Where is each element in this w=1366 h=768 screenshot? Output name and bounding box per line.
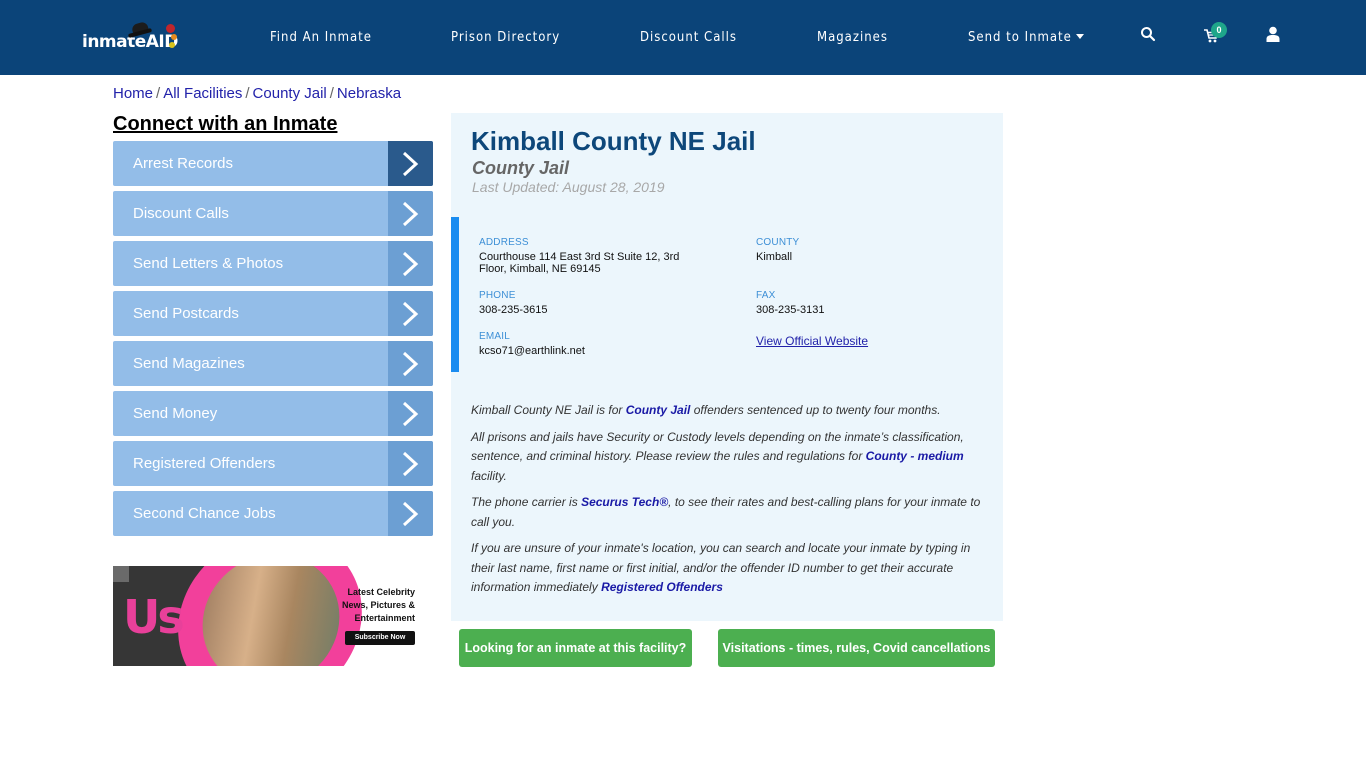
nav-prison-directory[interactable]: Prison Directory [451, 30, 560, 45]
description-paragraph: The phone carrier is Securus Tech®, to s… [471, 493, 983, 532]
autumn-leaf-icon [169, 42, 175, 48]
email-label: EMAIL [479, 331, 511, 342]
ad-brand-logo: Us [123, 590, 185, 644]
breadcrumb-county-jail[interactable]: County Jail [253, 85, 327, 102]
sidebar-item-label: Send Money [133, 405, 218, 422]
sidebar-item-label: Discount Calls [133, 205, 229, 222]
chevron-right-icon [388, 241, 433, 286]
ad-tagline-line: Entertainment [354, 613, 415, 623]
sidebar-item-label: Send Magazines [133, 355, 245, 372]
nav-magazines[interactable]: Magazines [817, 30, 888, 45]
user-icon[interactable] [1266, 26, 1286, 46]
caret-down-icon [1075, 34, 1084, 39]
nav-send-to-inmate-label: Send to Inmate [968, 30, 1072, 45]
fax-label: FAX [756, 290, 776, 301]
sidebar-item-label: Send Postcards [133, 305, 239, 322]
sidebar-title: Connect with an Inmate [113, 113, 338, 135]
sidebar-menu: Arrest Records Discount Calls Send Lette… [113, 141, 433, 541]
county-value: Kimball [756, 251, 793, 263]
top-navigation-bar: inmateAID Find An Inmate Prison Director… [0, 0, 1366, 75]
facility-panel: Kimball County NE Jail County Jail Last … [451, 113, 1003, 621]
chevron-right-icon [388, 341, 433, 386]
facility-name: Kimball County NE Jail [471, 126, 756, 156]
sidebar-item-arrest-records[interactable]: Arrest Records [113, 141, 433, 186]
email-value: kcso71@earthlink.net [479, 345, 585, 357]
address-line-1: Courthouse 114 East 3rd St Suite 12, 3rd [479, 251, 680, 263]
breadcrumb-separator: / [156, 85, 161, 102]
phone-value: 308-235-3615 [479, 304, 548, 316]
autumn-leaf-icon [171, 34, 177, 40]
facility-info-box: ADDRESS Courthouse 114 East 3rd St Suite… [451, 217, 1003, 372]
chevron-right-icon [388, 491, 433, 536]
breadcrumb-home[interactable]: Home [113, 85, 153, 102]
breadcrumb-all-facilities[interactable]: All Facilities [163, 85, 242, 102]
registered-offenders-link[interactable]: Registered Offenders [601, 580, 723, 594]
breadcrumb-nebraska[interactable]: Nebraska [337, 85, 401, 102]
description-text: Kimball County NE Jail is for [471, 403, 626, 417]
sidebar-item-label: Registered Offenders [133, 455, 276, 472]
nav-discount-calls[interactable]: Discount Calls [640, 30, 737, 45]
description-text: The phone carrier is [471, 495, 582, 509]
description-paragraph: All prisons and jails have Security or C… [471, 428, 983, 487]
sidebar-item-send-magazines[interactable]: Send Magazines [113, 341, 433, 386]
search-icon[interactable] [1140, 26, 1160, 46]
description-text: offenders sentenced up to twenty four mo… [690, 403, 941, 417]
sidebar-item-label: Second Chance Jobs [133, 505, 276, 522]
visitations-button[interactable]: Visitations - times, rules, Covid cancel… [718, 629, 995, 667]
sidebar-item-send-letters-photos[interactable]: Send Letters & Photos [113, 241, 433, 286]
description-paragraph: Kimball County NE Jail is for County Jai… [471, 401, 983, 421]
description-paragraph: If you are unsure of your inmate's locat… [471, 539, 983, 598]
breadcrumb-separator: / [329, 85, 334, 102]
facility-description: Kimball County NE Jail is for County Jai… [471, 401, 983, 605]
find-inmate-at-facility-button[interactable]: Looking for an inmate at this facility? [459, 629, 692, 667]
phone-label: PHONE [479, 290, 516, 301]
facility-type: County Jail [472, 158, 570, 178]
county-jail-link[interactable]: County Jail [626, 403, 691, 417]
sidebar-item-label: Arrest Records [133, 155, 234, 172]
address-line-2: Floor, Kimball, NE 69145 [479, 263, 601, 275]
sidebar-item-registered-offenders[interactable]: Registered Offenders [113, 441, 433, 486]
sidebar-item-send-money[interactable]: Send Money [113, 391, 433, 436]
address-label: ADDRESS [479, 237, 529, 248]
inmateaid-logo[interactable]: inmateAID [82, 21, 182, 56]
county-label: COUNTY [756, 237, 800, 248]
chevron-right-icon [388, 441, 433, 486]
last-updated: Last Updated: August 28, 2019 [472, 179, 665, 195]
ad-corner-mark [113, 566, 129, 582]
chevron-right-icon [388, 391, 433, 436]
nav-find-an-inmate[interactable]: Find An Inmate [270, 30, 372, 45]
ad-tagline-line: News, Pictures & [341, 600, 415, 610]
security-level-link[interactable]: County - medium [866, 449, 964, 463]
sidebar-item-second-chance-jobs[interactable]: Second Chance Jobs [113, 491, 433, 536]
us-weekly-ad-banner[interactable]: Us Latest Celebrity News, Pictures & Ent… [113, 566, 433, 666]
sidebar-item-discount-calls[interactable]: Discount Calls [113, 191, 433, 236]
official-website-link[interactable]: View Official Website [756, 334, 868, 348]
ad-tagline-line: Latest Celebrity [347, 587, 415, 597]
nav-send-to-inmate[interactable]: Send to Inmate [968, 30, 1084, 45]
fax-value: 308-235-3131 [756, 304, 825, 316]
chevron-right-icon [388, 141, 433, 186]
chevron-right-icon [388, 191, 433, 236]
ad-subscribe-button[interactable]: Subscribe Now [345, 631, 415, 645]
description-text: facility. [471, 468, 507, 483]
sidebar-item-label: Send Letters & Photos [133, 255, 284, 272]
info-accent-bar [451, 217, 459, 372]
autumn-leaf-icon [166, 24, 175, 33]
chevron-right-icon [388, 291, 433, 336]
cart-count-badge: 0 [1211, 22, 1227, 38]
sidebar-item-send-postcards[interactable]: Send Postcards [113, 291, 433, 336]
breadcrumb: Home / All Facilities / County Jail / Nebraska [113, 85, 401, 102]
phone-carrier-link[interactable]: Securus Tech® [581, 495, 668, 509]
breadcrumb-separator: / [245, 85, 250, 102]
ad-tagline: Latest Celebrity News, Pictures & Entert… [325, 586, 415, 625]
